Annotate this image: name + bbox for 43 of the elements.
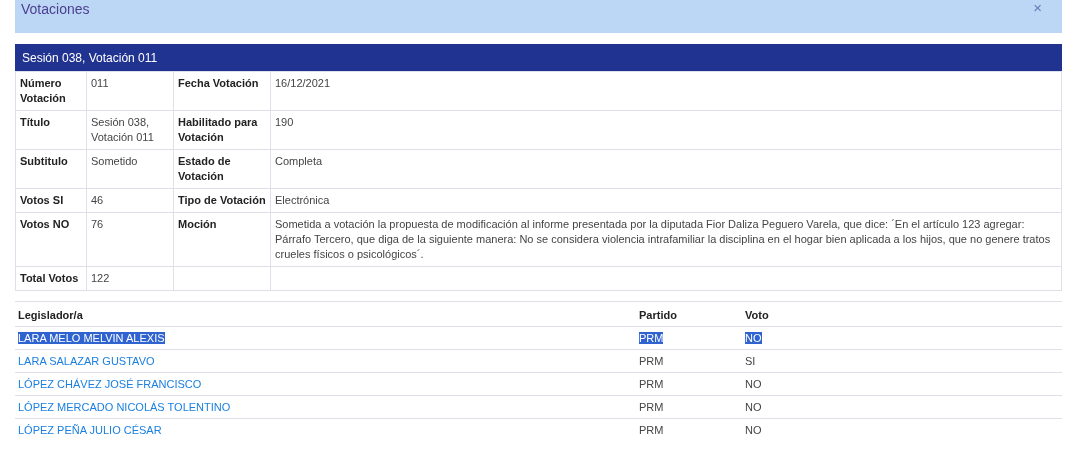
vote-text: NO xyxy=(745,378,762,390)
field-value: Completa xyxy=(270,149,1062,189)
vote-text: NO xyxy=(745,401,762,413)
vote-text: SI xyxy=(745,355,756,367)
field-label: Número Votación xyxy=(15,71,87,111)
field-value: 76 xyxy=(86,212,174,267)
party-text: PRM xyxy=(639,424,664,436)
column-header: Partido xyxy=(636,301,742,327)
field-value: 122 xyxy=(86,266,174,291)
field-label: Estado de Votación xyxy=(173,149,271,189)
dialog-title: Votaciones xyxy=(20,0,91,18)
field-value: 16/12/2021 xyxy=(270,71,1062,111)
vote-text: NO xyxy=(745,424,762,436)
field-value: 46 xyxy=(86,188,174,213)
column-header: Legislador/a xyxy=(15,301,636,327)
field-label: Tipo de Votación xyxy=(173,188,271,213)
close-button[interactable]: × xyxy=(1029,0,1046,16)
legislator-link[interactable]: LÓPEZ PEÑA JULIO CÉSAR xyxy=(18,424,162,436)
field-value: Electrónica xyxy=(270,188,1062,213)
field-label: Subtitulo xyxy=(15,149,87,189)
field-value: 190 xyxy=(270,110,1062,150)
party-text: PRM xyxy=(639,378,664,390)
field-label: Habilitado para Votación xyxy=(173,110,271,150)
field-label: Moción xyxy=(173,212,271,267)
legislator-link[interactable]: LÓPEZ CHÁVEZ JOSÉ FRANCISCO xyxy=(18,378,202,390)
party-text: PRM xyxy=(639,355,664,367)
legislator-link[interactable]: LÓPEZ MERCADO NICOLÁS TOLENTINO xyxy=(18,401,231,413)
legislator-link[interactable]: LARA MELO MELVIN ALEXIS xyxy=(18,332,165,344)
field-label: Votos NO xyxy=(15,212,87,267)
field-label: Total Votos xyxy=(15,266,87,291)
field-value: Sometida a votación la propuesta de modificación al informe presentada por la diputada Fior Daliza Peguero Varela, que dice: ´En el artículo 123 agregar: Párrafo Tercero, que diga de la siguiente manera: No se considera violencia intrafamiliar la disciplina en el hogar bien aplicada a los hijos, que no genere tratos crueles físicos o psicológicos´. xyxy=(270,212,1062,267)
field-value: Sometido xyxy=(86,149,174,189)
vote-heading: Sesión 038, Votación 011 xyxy=(15,44,1062,71)
field-value: 011 xyxy=(86,71,174,111)
vote-text: NO xyxy=(745,332,762,344)
field-label: Título xyxy=(15,110,87,150)
party-text: PRM xyxy=(639,332,664,344)
legislator-link[interactable]: LARA SALAZAR GUSTAVO xyxy=(18,355,155,367)
party-text: PRM xyxy=(639,401,664,413)
field-value: Sesión 038, Votación 011 xyxy=(86,110,174,150)
field-label: Fecha Votación xyxy=(173,71,271,111)
column-header: Voto xyxy=(742,301,1062,327)
field-label: Votos SI xyxy=(15,188,87,213)
